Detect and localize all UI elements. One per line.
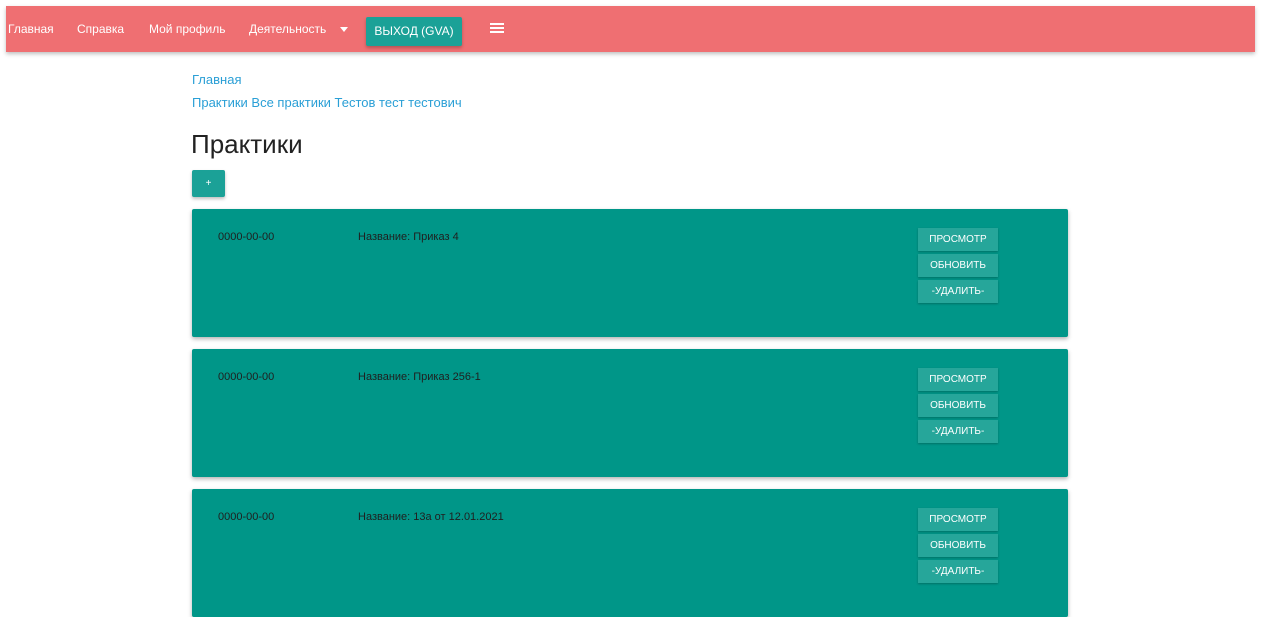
practice-card: 0000-00-00 Название: Приказ 256-1 ПРОСМО…	[192, 349, 1068, 477]
practice-date: 0000-00-00	[218, 231, 275, 243]
update-button[interactable]: ОБНОВИТЬ	[918, 254, 998, 277]
add-practice-button[interactable]: +	[192, 170, 225, 197]
view-button[interactable]: ПРОСМОТР	[918, 508, 998, 531]
practice-name: Название: Приказ 4	[358, 231, 459, 243]
breadcrumb-home-link[interactable]: Главная	[192, 72, 241, 87]
practice-name: Название: 13а от 12.01.2021	[358, 511, 504, 523]
delete-button[interactable]: -УДАЛИТЬ-	[918, 280, 998, 303]
nav-link-home[interactable]: Главная	[8, 6, 54, 52]
view-button[interactable]: ПРОСМОТР	[918, 368, 998, 391]
practice-name: Название: Приказ 256-1	[358, 371, 481, 383]
top-navbar: Главная Справка Мой профиль Деятельность…	[6, 6, 1255, 52]
practice-date: 0000-00-00	[218, 371, 275, 383]
practice-card: 0000-00-00 Название: 13а от 12.01.2021 П…	[192, 489, 1068, 617]
hamburger-menu-icon[interactable]	[490, 21, 504, 35]
caret-down-icon[interactable]	[340, 27, 348, 32]
page-title: Практики	[191, 129, 303, 159]
nav-link-my-profile[interactable]: Мой профиль	[149, 6, 226, 52]
nav-link-help[interactable]: Справка	[77, 6, 124, 52]
breadcrumb-path-link[interactable]: Практики Все практики Тестов тест тестов…	[192, 95, 462, 110]
nav-link-activity[interactable]: Деятельность	[249, 6, 326, 52]
update-button[interactable]: ОБНОВИТЬ	[918, 394, 998, 417]
logout-button[interactable]: ВЫХОД (GVA)	[366, 17, 462, 46]
view-button[interactable]: ПРОСМОТР	[918, 228, 998, 251]
delete-button[interactable]: -УДАЛИТЬ-	[918, 560, 998, 583]
practice-card: 0000-00-00 Название: Приказ 4 ПРОСМОТР О…	[192, 209, 1068, 337]
delete-button[interactable]: -УДАЛИТЬ-	[918, 420, 998, 443]
practice-date: 0000-00-00	[218, 511, 275, 523]
update-button[interactable]: ОБНОВИТЬ	[918, 534, 998, 557]
